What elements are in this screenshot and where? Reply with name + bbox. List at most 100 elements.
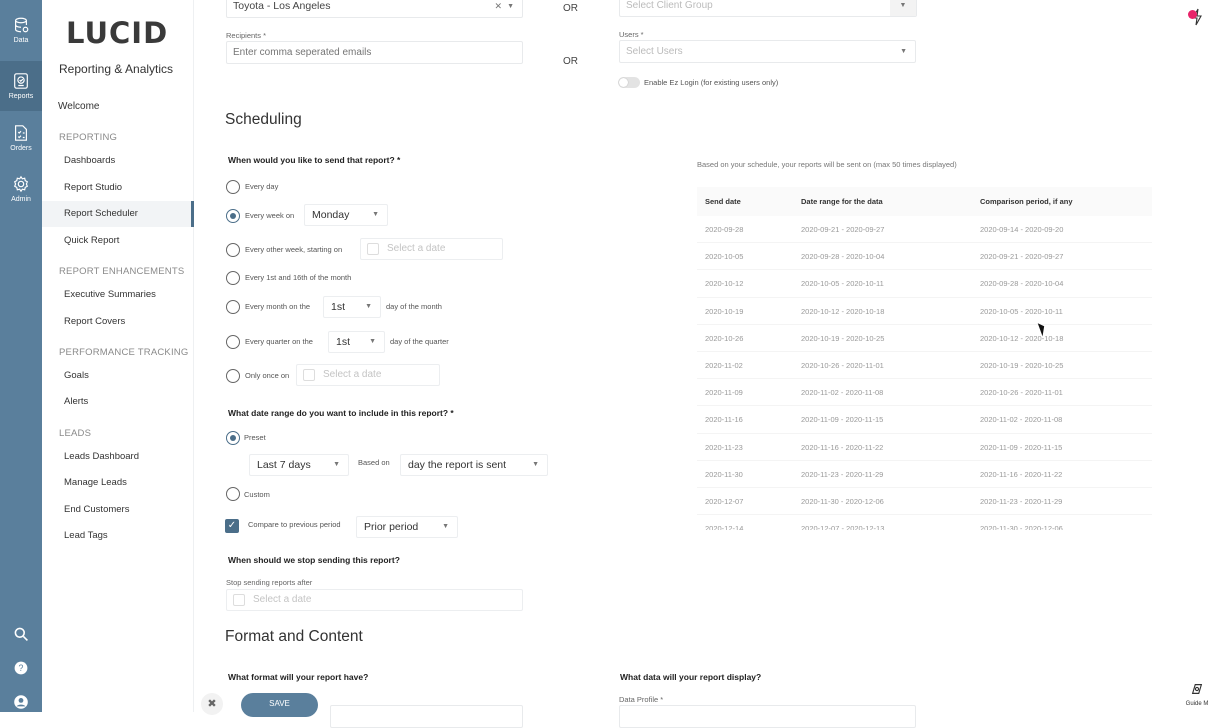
ez-login-toggle[interactable] [618, 77, 640, 88]
help-button[interactable]: ? [0, 660, 42, 676]
every-other-week-date-input[interactable]: Select a date [360, 238, 503, 260]
client-select[interactable]: Toyota - Los Angeles ✕ ▼ [226, 0, 523, 18]
sidebar-item-report-covers[interactable]: Report Covers [42, 309, 194, 335]
compare-period-value: Prior period [364, 521, 419, 533]
schedule-note: Based on your schedule, your reports wil… [697, 160, 957, 169]
custom-label: Custom [244, 490, 270, 499]
table-row: 2020-11-09 2020-11-02 - 2020-11-08 2020-10… [697, 379, 1152, 407]
sidebar-item-lead-tags[interactable]: Lead Tags [42, 523, 194, 549]
rail-item-reports[interactable]: Reports [0, 61, 42, 111]
cell-comparison: 2020-09-14 - 2020-09-20 [980, 225, 1064, 234]
radio-every-day[interactable] [226, 180, 240, 194]
cell-date-range: 2020-10-05 - 2020-10-11 [801, 279, 884, 289]
compare-period-select[interactable]: Prior period ▼ [356, 516, 458, 538]
preset-range-value: Last 7 days [257, 459, 311, 471]
section-reporting: REPORTING [59, 132, 118, 143]
sidebar-item-report-scheduler[interactable]: Report Scheduler [42, 201, 194, 227]
user-icon [14, 695, 28, 709]
table-row: 2020-10-26 2020-10-19 - 2020-10-25 2020-10… [697, 325, 1152, 352]
calendar-icon [233, 594, 245, 606]
cell-comparison: 2020-11-30 - 2020-12-06 [980, 524, 1063, 530]
chevron-down-icon: ▼ [507, 3, 514, 10]
section-performance-tracking: PERFORMANCE TRACKING [59, 347, 189, 358]
preset-range-select[interactable]: Last 7 days ▼ [249, 454, 349, 476]
only-once-date-input[interactable]: Select a date [296, 364, 440, 386]
radio-custom[interactable] [226, 487, 240, 501]
recipients-input[interactable] [226, 41, 523, 64]
lucid-logo: LUCID [66, 16, 169, 50]
cell-comparison: 2020-11-09 - 2020-11-15 [980, 442, 1063, 452]
table-row: 2020-11-02 2020-10-26 - 2020-11-01 2020-10… [697, 352, 1152, 380]
guide-me-button[interactable]: Guide M [1182, 682, 1212, 707]
cell-send-date: 2020-11-23 [705, 442, 743, 452]
sidebar-item-welcome[interactable]: Welcome [58, 101, 100, 112]
cell-send-date: 2020-12-14 [705, 524, 744, 530]
when-question: When would you like to send that report?… [228, 155, 401, 165]
date-placeholder: Select a date [387, 243, 446, 254]
user-button[interactable] [0, 694, 42, 710]
client-value: Toyota - Los Angeles [233, 0, 331, 12]
main-content: Toyota - Los Angeles ✕ ▼ OR Select Clien… [195, 0, 1214, 728]
cell-send-date: 2020-09-28 [705, 225, 744, 234]
weekday-select[interactable]: Monday ▼ [304, 204, 388, 226]
sidebar-item-executive-summaries[interactable]: Executive Summaries [42, 282, 194, 308]
sidebar-item-leads-dashboard[interactable]: Leads Dashboard [42, 444, 194, 470]
radio-preset[interactable] [226, 431, 240, 445]
cell-date-range: 2020-11-09 - 2020-11-15 [801, 415, 884, 425]
cell-send-date: 2020-10-05 [705, 252, 744, 262]
client-group-placeholder: Select Client Group [626, 0, 713, 11]
sidebar-item-goals[interactable]: Goals [42, 363, 194, 389]
data-profile-select[interactable] [619, 705, 916, 728]
help-icon: ? [14, 661, 28, 675]
rail-item-admin[interactable]: Admin [0, 164, 42, 214]
client-group-select[interactable]: Select Client Group ▼ [619, 0, 917, 17]
compass-icon [1191, 684, 1203, 694]
search-button[interactable] [0, 626, 42, 642]
clear-icon[interactable]: ✕ [494, 0, 502, 17]
notification-button[interactable] [1188, 8, 1202, 31]
radio-every-other-week[interactable] [226, 243, 240, 257]
format-question: What format will your report have? [228, 672, 369, 682]
search-icon [14, 627, 28, 641]
app-subtitle: Reporting & Analytics [59, 62, 174, 76]
chevron-down-icon: ▼ [369, 338, 376, 345]
month-day-select[interactable]: 1st ▼ [323, 296, 381, 318]
table-row: 2020-09-28 2020-09-21 - 2020-09-27 2020-09… [697, 216, 1152, 244]
compare-checkbox[interactable]: ✓ [225, 519, 239, 533]
radio-every-month[interactable] [226, 300, 240, 314]
users-select[interactable]: Select Users ▼ [619, 40, 916, 63]
radio-only-once[interactable] [226, 369, 240, 383]
cell-date-range: 2020-11-02 - 2020-11-08 [801, 388, 884, 398]
users-label: Users * [619, 30, 644, 39]
sidebar-item-report-studio[interactable]: Report Studio [42, 175, 194, 201]
rail-item-orders[interactable]: Orders [0, 113, 42, 163]
sidebar-item-manage-leads[interactable]: Manage Leads [42, 470, 194, 496]
based-on-select[interactable]: day the report is sent ▼ [400, 454, 548, 476]
chevron-down-icon: ▼ [890, 0, 916, 16]
compare-label: Compare to previous period [248, 520, 341, 529]
save-button[interactable]: SAVE [241, 693, 318, 717]
radio-1st-16th[interactable] [226, 271, 240, 285]
table-body: 2020-09-28 2020-09-21 - 2020-09-27 2020-09… [697, 216, 1152, 530]
every-month-label: Every month on the [245, 302, 311, 311]
radio-every-quarter[interactable] [226, 335, 240, 349]
rail-item-data[interactable]: Data [0, 5, 42, 55]
cell-date-range: 2020-11-23 - 2020-11-29 [801, 469, 884, 479]
radio-every-week[interactable] [226, 209, 240, 223]
preset-label: Preset [244, 433, 266, 442]
stop-date-input[interactable]: Select a date [226, 589, 523, 611]
sidebar-item-quick-report[interactable]: Quick Report [42, 228, 194, 254]
quarter-day-select[interactable]: 1st ▼ [328, 331, 385, 353]
sidebar-item-dashboards[interactable]: Dashboards [42, 148, 194, 174]
report-icon [14, 73, 28, 89]
table-row: 2020-11-23 2020-11-16 - 2020-11-22 2020-11… [697, 434, 1152, 461]
or-label: OR [563, 56, 578, 67]
cell-send-date: 2020-11-02 [705, 360, 743, 370]
sidebar-item-end-customers[interactable]: End Customers [42, 497, 194, 523]
header-date-range: Date range for the data [801, 197, 883, 206]
rail-item-label: Data [13, 37, 29, 44]
month-day-value: 1st [331, 301, 346, 313]
sidebar-item-alerts[interactable]: Alerts [42, 389, 194, 415]
format-select[interactable] [330, 705, 523, 728]
guide-me-label: Guide M [1185, 701, 1209, 707]
